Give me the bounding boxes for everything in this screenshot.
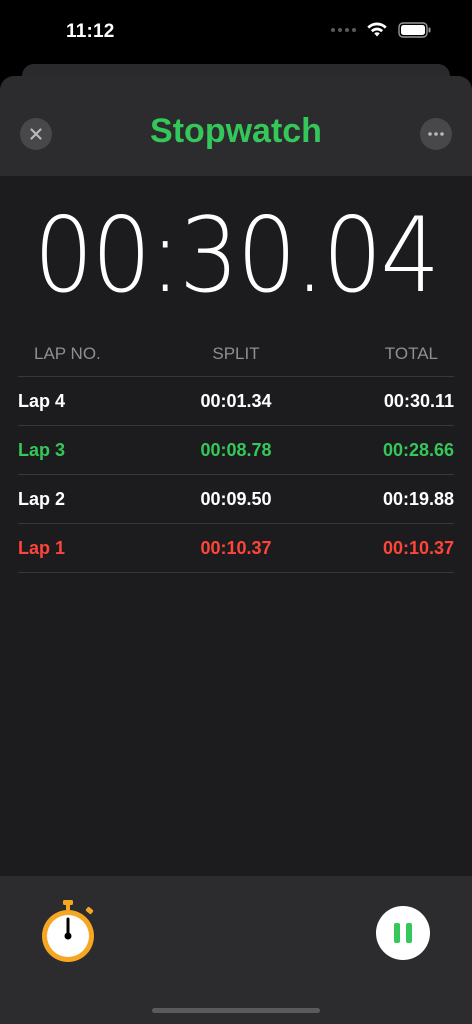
navigation-bar: Stopwatch [0, 76, 472, 176]
lap-total: 00:19.88 [382, 488, 454, 509]
lap-row-best: Lap 3 00:08.78 00:28.66 [18, 426, 454, 475]
wifi-icon [367, 22, 387, 37]
more-options-button[interactable] [420, 118, 452, 150]
lap-split: 00:09.50 [200, 488, 272, 509]
lap-number: Lap 1 [18, 537, 66, 558]
pause-button[interactable] [376, 906, 430, 960]
bottom-toolbar [0, 876, 472, 1024]
lap-button[interactable] [38, 898, 100, 969]
lap-number: Lap 4 [18, 390, 66, 411]
battery-icon [398, 22, 431, 38]
elapsed-time-display: 00:30.04 [33, 196, 440, 317]
lap-table-header: LAP NO. SPLIT TOTAL [18, 332, 454, 377]
lap-table: LAP NO. SPLIT TOTAL Lap 4 00:01.34 00:30… [18, 332, 454, 573]
header-lap-no: LAP NO. [34, 344, 101, 363]
lap-split: 00:08.78 [200, 439, 272, 460]
stopwatch-icon [42, 900, 94, 962]
stopwatch-sheet: Stopwatch 00:30.04 LAP NO. SPLIT TOTAL L… [0, 76, 472, 1024]
lap-row: Lap 2 00:09.50 00:19.88 [18, 475, 454, 524]
page-title: Stopwatch [150, 112, 322, 150]
status-time: 11:12 [66, 21, 115, 42]
home-indicator[interactable] [152, 1008, 320, 1013]
lap-number: Lap 2 [18, 488, 66, 509]
lap-row: Lap 4 00:01.34 00:30.11 [18, 377, 454, 426]
lap-total: 00:10.37 [382, 537, 454, 558]
pause-icon [394, 923, 400, 943]
lap-split: 00:01.34 [200, 390, 272, 411]
status-indicators [331, 22, 432, 38]
cellular-signal-icon [331, 28, 356, 32]
header-total: TOTAL [384, 344, 438, 363]
lap-total: 00:28.66 [382, 439, 454, 460]
lap-row-worst: Lap 1 00:10.37 00:10.37 [18, 524, 454, 573]
lap-total: 00:30.11 [383, 390, 454, 411]
status-bar: 11:12 [0, 0, 472, 62]
pause-icon [406, 923, 412, 943]
lap-number: Lap 3 [18, 439, 66, 460]
header-split: SPLIT [212, 344, 260, 363]
ellipsis-icon [428, 132, 444, 136]
lap-split: 00:10.37 [200, 537, 272, 558]
stopwatch-screen: 11:12 Stopwatch 00:30.04 LAP NO. SPLIT T… [0, 0, 472, 1024]
